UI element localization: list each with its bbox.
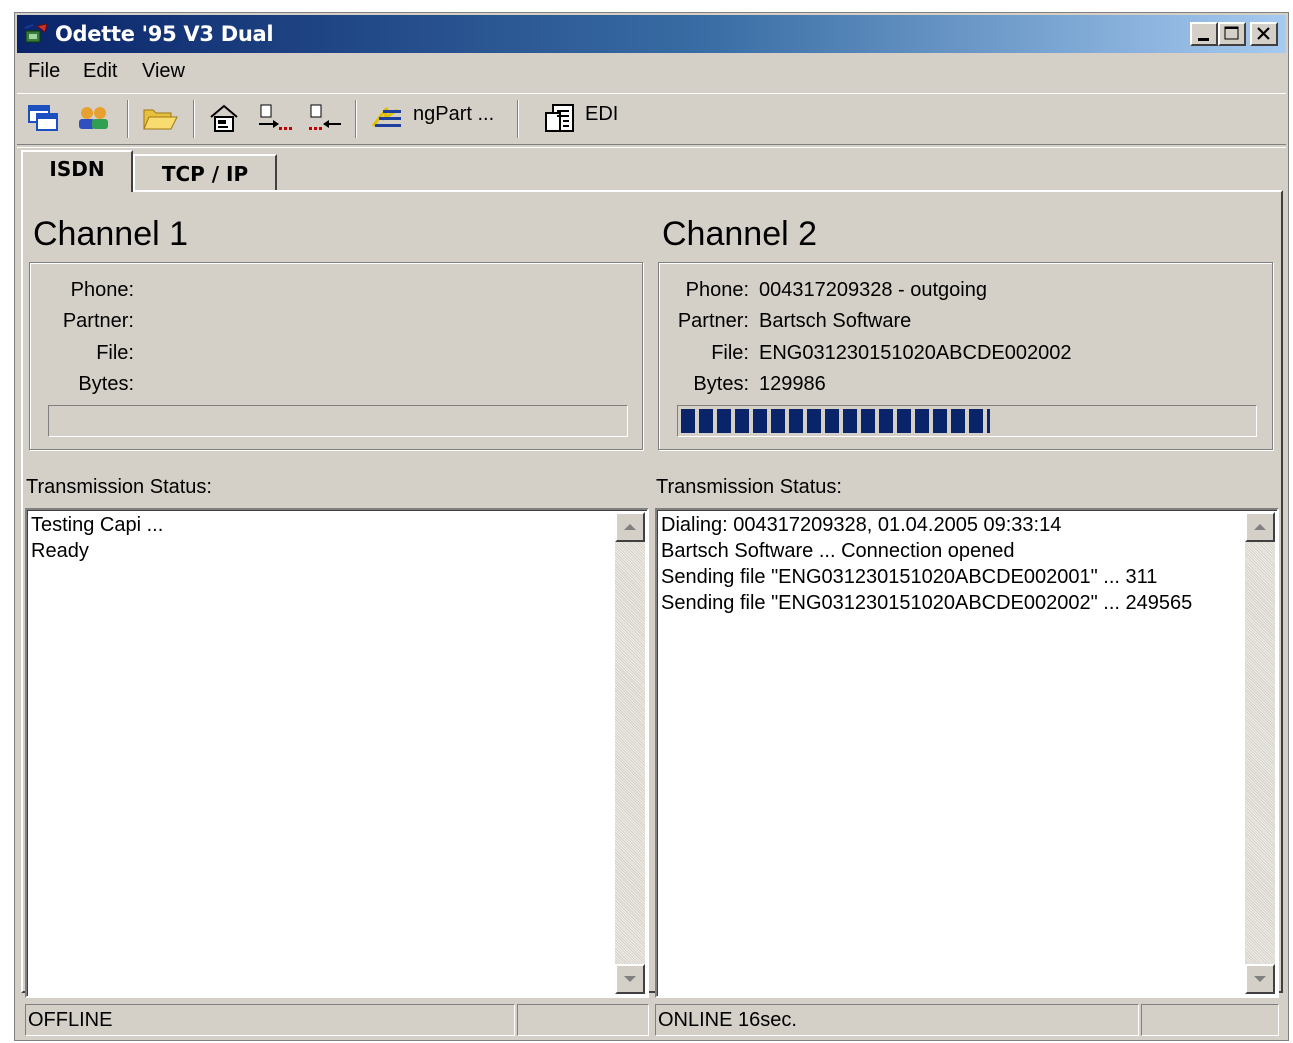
channel-2-bytes-value: 129986 xyxy=(759,373,826,395)
log-line: Sending file "ENG031230151020ABCDE002001… xyxy=(661,566,1158,588)
menu-file[interactable]: File xyxy=(28,60,60,83)
log-line: Ready xyxy=(31,540,89,562)
folder-open-icon xyxy=(143,109,178,130)
toolbar-separator xyxy=(127,100,129,138)
channel-1-log-lines: Testing Capi ... Ready xyxy=(31,512,611,564)
menu-edit[interactable]: Edit xyxy=(83,60,117,83)
channel-2-status-extra xyxy=(1141,1004,1279,1036)
partner-button[interactable]: ngPart ... xyxy=(369,102,503,136)
arrow-down-icon xyxy=(624,976,636,982)
document-icon xyxy=(545,104,574,132)
channel-2-file-value: ENG031230151020ABCDE002002 xyxy=(759,342,1072,364)
receive-button[interactable] xyxy=(305,102,343,136)
channel-2-bytes-label: Bytes: xyxy=(693,373,749,395)
maximize-button[interactable] xyxy=(1218,22,1246,46)
channel-2-partner-label: Partner: xyxy=(677,310,749,332)
channel-2-info-group: Phone: 004317209328 - outgoing Partner: … xyxy=(658,262,1273,450)
channel-2-connection-status: ONLINE 16sec. xyxy=(655,1004,1139,1036)
channel-1-connection-status: OFFLINE xyxy=(25,1004,515,1036)
channel-2-title: Channel 2 xyxy=(662,215,818,253)
log-line: Bartsch Software ... Connection opened xyxy=(661,540,1015,562)
toolbar: ngPart ... EDI xyxy=(17,93,1286,142)
scroll-up-button[interactable] xyxy=(615,512,645,542)
home-icon xyxy=(210,104,238,132)
log-line: Dialing: 004317209328, 01.04.2005 09:33:… xyxy=(661,514,1062,536)
channel-2-progress-bar xyxy=(677,405,1257,437)
tab-isdn[interactable]: ISDN xyxy=(21,150,133,192)
channel-1-info-group: Phone: Partner: File: Bytes: xyxy=(29,262,643,450)
arrow-down-icon xyxy=(1254,976,1266,982)
menu-bar: File Edit View xyxy=(19,57,1284,87)
menu-view[interactable]: View xyxy=(142,60,185,83)
toolbar-separator xyxy=(517,100,519,138)
channel-1-log[interactable]: Testing Capi ... Ready xyxy=(25,508,649,998)
send-button[interactable] xyxy=(255,102,293,136)
partner-icon xyxy=(371,107,401,127)
title-bar[interactable]: Odette '95 V3 Dual xyxy=(17,15,1286,53)
channel-2-file-label: File: xyxy=(711,342,749,364)
send-icon xyxy=(259,104,292,130)
channel-1-bytes-label: Bytes: xyxy=(78,373,134,395)
channel-1-title: Channel 1 xyxy=(33,215,189,253)
close-icon xyxy=(1257,27,1270,40)
close-button[interactable] xyxy=(1250,22,1278,46)
channel-1-phone-label: Phone: xyxy=(70,279,134,301)
channel-2-scrollbar[interactable] xyxy=(1245,512,1275,994)
app-icon xyxy=(23,22,49,46)
channel-1-progress-bar xyxy=(48,405,628,437)
minimize-button[interactable] xyxy=(1190,22,1218,46)
channel-2-status-label: Transmission Status: xyxy=(656,476,842,498)
minimize-icon xyxy=(1198,38,1209,41)
channel-2-log[interactable]: Dialing: 004317209328, 01.04.2005 09:33:… xyxy=(655,508,1279,998)
scroll-down-button[interactable] xyxy=(615,964,645,994)
channel-2-partner-value: Bartsch Software xyxy=(759,310,912,332)
toolbar-separator xyxy=(193,100,195,138)
app-window: Odette '95 V3 Dual File Edit View ngPart… xyxy=(14,12,1289,1041)
maximize-icon xyxy=(1224,26,1239,40)
channel-1-file-label: File: xyxy=(96,342,134,364)
tab-tcp-ip[interactable]: TCP / IP xyxy=(133,154,277,190)
channel-2-phone-label: Phone: xyxy=(685,279,749,301)
channel-1-status-label: Transmission Status: xyxy=(26,476,212,498)
log-line: Sending file "ENG031230151020ABCDE002002… xyxy=(661,592,1193,614)
channel-2-progress-fill xyxy=(681,409,990,433)
channel-1-partner-label: Partner: xyxy=(62,310,134,332)
scroll-down-button[interactable] xyxy=(1245,964,1275,994)
home-button[interactable] xyxy=(207,102,243,136)
edi-button[interactable]: EDI xyxy=(543,102,633,136)
channel-1-status-extra xyxy=(517,1004,649,1036)
scroll-up-button[interactable] xyxy=(1245,512,1275,542)
arrow-up-icon xyxy=(1254,524,1266,530)
receive-icon xyxy=(309,104,341,130)
users-button[interactable] xyxy=(75,102,115,136)
open-folder-button[interactable] xyxy=(141,102,181,136)
partner-button-label: ngPart ... xyxy=(413,103,495,125)
arrow-up-icon xyxy=(624,524,636,530)
users-icon xyxy=(79,107,108,129)
toolbar-separator xyxy=(355,100,357,138)
channel-2-log-lines: Dialing: 004317209328, 01.04.2005 09:33:… xyxy=(661,512,1241,616)
log-line: Testing Capi ... xyxy=(31,514,164,536)
windows-button[interactable] xyxy=(27,102,61,136)
channel-1-scrollbar[interactable] xyxy=(615,512,645,994)
channel-2-phone-value: 004317209328 - outgoing xyxy=(759,279,987,301)
window-title: Odette '95 V3 Dual xyxy=(55,22,274,46)
edi-button-label: EDI xyxy=(585,103,619,125)
toolbar-divider xyxy=(17,144,1286,148)
windows-icon xyxy=(28,105,58,131)
